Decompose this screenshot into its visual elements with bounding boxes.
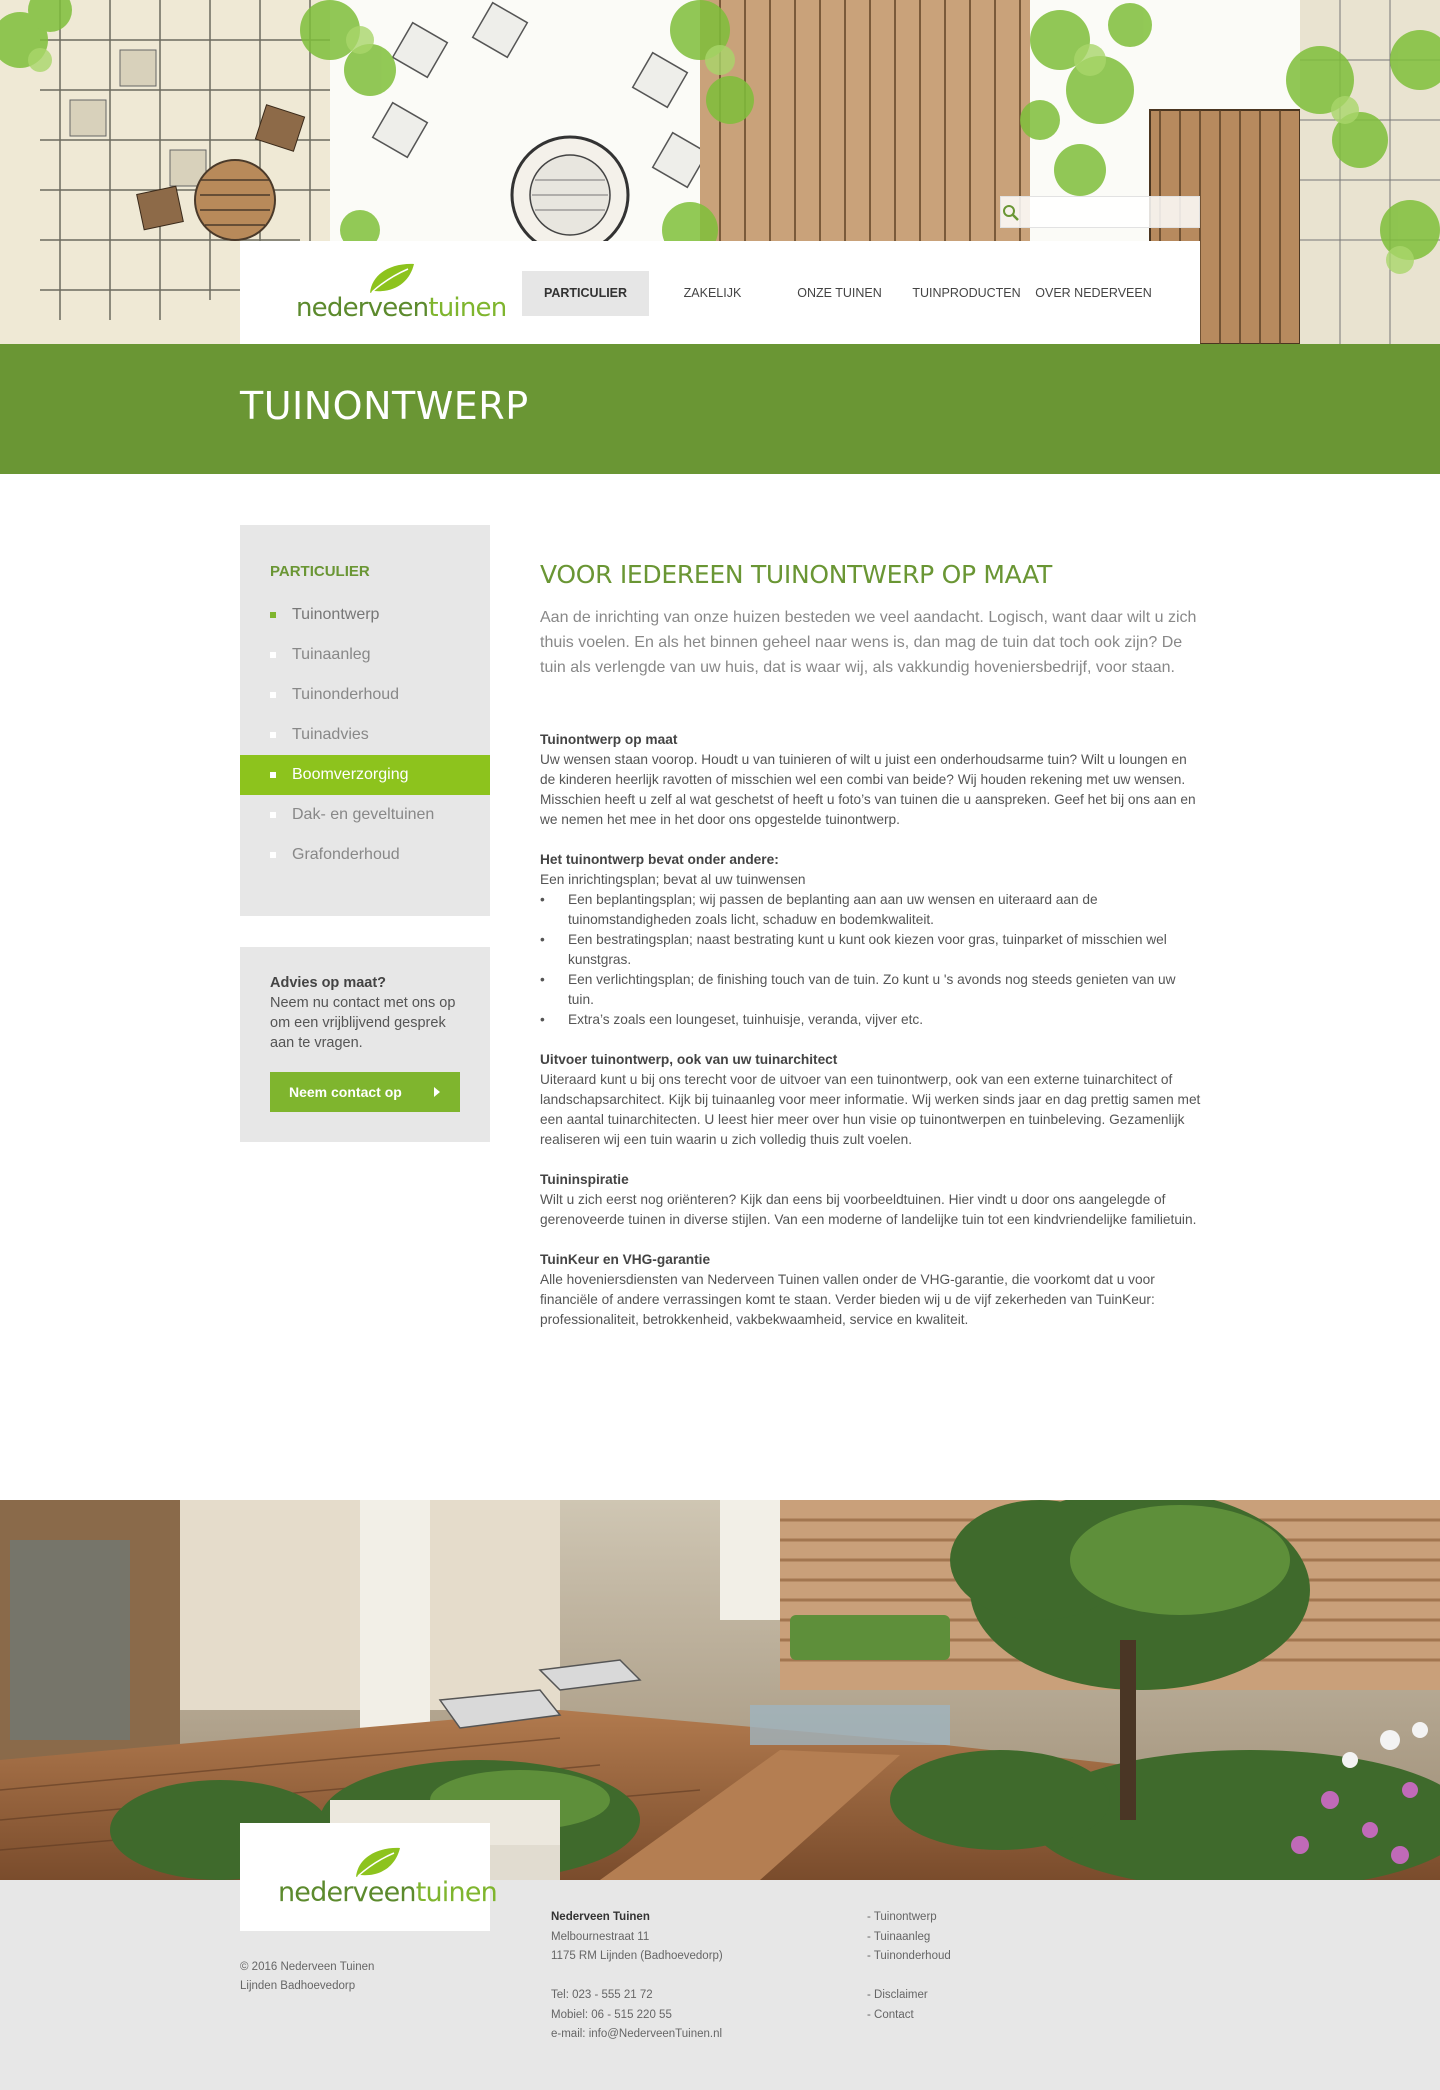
advice-text: Neem nu contact met ons op om een vrijbl… [270,995,456,1051]
advice-title: Advies op maat? [270,975,387,991]
nav-tuinproducten[interactable]: TUINPRODUCTEN [903,271,1030,316]
sidebar-item-tuinonderhoud[interactable]: Tuinonderhoud [240,675,490,715]
content-heading: VOOR IEDEREEN TUINONTWERP OP MAAT [540,560,1052,589]
footer-link-tuinonderhoud[interactable]: - Tuinonderhoud [867,1947,951,1967]
sidebar-item-grafonderhoud[interactable]: Grafonderhoud [240,835,490,875]
section-lead: Een inrichtingsplan; bevat al uw tuinwen… [540,872,806,887]
logo-wordmark: nederveentuinen [296,293,507,323]
section-title: TuinKeur en VHG-garantie [540,1252,711,1267]
footer-link-disclaimer[interactable]: - Disclaimer [867,1986,951,2006]
footer-mobile: Mobiel: 06 - 515 220 55 [551,2008,672,2021]
footer-city: 1175 RM Lijnden (Badhoevedorp) [551,1950,723,1962]
nav-over-nederveen[interactable]: OVER NEDERVEEN [1030,271,1157,316]
page-title: TUINONTWERP [240,384,529,428]
footer-street: Melbournestraat 11 [551,1930,650,1943]
section-title: Uitvoer tuinontwerp, ook van uw tuinarch… [540,1052,838,1067]
section-text: Wilt u zich eerst nog oriënteren? Kijk d… [540,1192,1197,1227]
nav-particulier[interactable]: PARTICULIER [522,271,649,316]
copyright-location: Lijnden Badhoevedorp [240,1980,356,1992]
search-input[interactable] [1001,197,1161,227]
nav-onze-tuinen[interactable]: ONZE TUINEN [776,271,903,316]
page-title-bar: TUINONTWERP [0,344,1440,474]
sidebar-heading: PARTICULIER [270,563,370,580]
section-title: Het tuinontwerp bevat onder andere: [540,852,779,867]
main-nav: PARTICULIER ZAKELIJK ONZE TUINEN TUINPRO… [522,271,1157,316]
sidebar-item-tuinontwerp[interactable]: Tuinontwerp [240,595,490,635]
garden-render-image [0,1500,1440,1880]
sidebar-menu: PARTICULIER Tuinontwerp Tuinaanleg Tuino… [240,525,490,916]
content-intro: Aan de inrichting van onze huizen bested… [540,609,1197,676]
site-logo[interactable]: nederveentuinen [296,261,507,331]
advice-text-block: Advies op maat? Neem nu contact met ons … [270,973,460,1053]
sidebar-item-tuinadvies[interactable]: Tuinadvies [240,715,490,755]
section-text: Uiteraard kunt u bij ons terecht voor de… [540,1072,1201,1147]
sidebar-item-dak-en-geveltuinen[interactable]: Dak- en geveltuinen [240,795,490,835]
footer-copyright: © 2016 Nederveen Tuinen Lijnden Badhoeve… [240,1958,374,1996]
advice-box: Advies op maat? Neem nu contact met ons … [240,947,490,1142]
sidebar-item-boomverzorging[interactable]: Boomverzorging [240,755,490,795]
leaf-logo-icon [356,1847,400,1877]
section-tuinontwerp-op-maat: Tuinontwerp op maat Uw wensen staan voor… [540,730,1205,830]
section-tuinontwerp-bevat: Het tuinontwerp bevat onder andere: Een … [540,850,1205,1030]
footer-tel: Tel: 023 - 555 21 72 [551,1989,653,2001]
list-item: Een verlichtingsplan; de finishing touch… [540,970,1205,1010]
section-text: Alle hoveniersdiensten van Nederveen Tui… [540,1272,1155,1327]
footer-email[interactable]: e-mail: info@NederveenTuinen.nl [551,2025,723,2045]
copyright-text: © 2016 Nederveen Tuinen [240,1961,375,1973]
list-item: Een beplantingsplan; wij passen de bepla… [540,890,1205,930]
section-title: Tuininspiratie [540,1172,629,1187]
section-tuininspiratie: Tuininspiratie Wilt u zich eerst nog ori… [540,1170,1205,1230]
footer-link-tuinaanleg[interactable]: - Tuinaanleg [867,1928,951,1948]
leaf-logo-icon [370,263,414,293]
list-item: Extra’s zoals een loungeset, tuinhuisje,… [540,1010,1205,1030]
contact-button[interactable]: Neem contact op [270,1072,460,1112]
footer-link-tuinontwerp[interactable]: - Tuinontwerp [867,1908,951,1928]
section-title: Tuinontwerp op maat [540,732,678,747]
section-text: Uw wensen staan voorop. Houdt u van tuin… [540,752,1196,827]
footer-logo-wordmark: nederveentuinen [278,1877,498,1908]
contact-button-label: Neem contact op [289,1084,402,1100]
list-item: Een bestratingsplan; naast bestrating ku… [540,930,1205,970]
section-uitvoer: Uitvoer tuinontwerp, ook van uw tuinarch… [540,1050,1205,1150]
plan-list: Een beplantingsplan; wij passen de bepla… [540,890,1205,1030]
main-content: VOOR IEDEREEN TUINONTWERP OP MAAT Aan de… [540,560,1205,1330]
footer-logo[interactable]: nederveentuinen [240,1823,498,1931]
header-navbar: nederveentuinen PARTICULIER ZAKELIJK ONZ… [240,241,1200,344]
footer-link-contact[interactable]: - Contact [867,2006,951,2026]
footer-contact: Nederveen Tuinen Melbournestraat 11 1175… [551,1908,723,2045]
section-tuinkeur: TuinKeur en VHG-garantie Alle hoveniersd… [540,1250,1205,1330]
footer-company: Nederveen Tuinen [551,1911,650,1923]
footer-links: - Tuinontwerp - Tuinaanleg - Tuinonderho… [867,1908,951,2025]
sidebar-item-tuinaanleg[interactable]: Tuinaanleg [240,635,490,675]
arrow-right-icon [434,1087,440,1097]
search-box[interactable] [1000,196,1200,228]
search-icon[interactable] [1001,203,1021,223]
garden-photo [0,1500,1440,1880]
nav-zakelijk[interactable]: ZAKELIJK [649,271,776,316]
